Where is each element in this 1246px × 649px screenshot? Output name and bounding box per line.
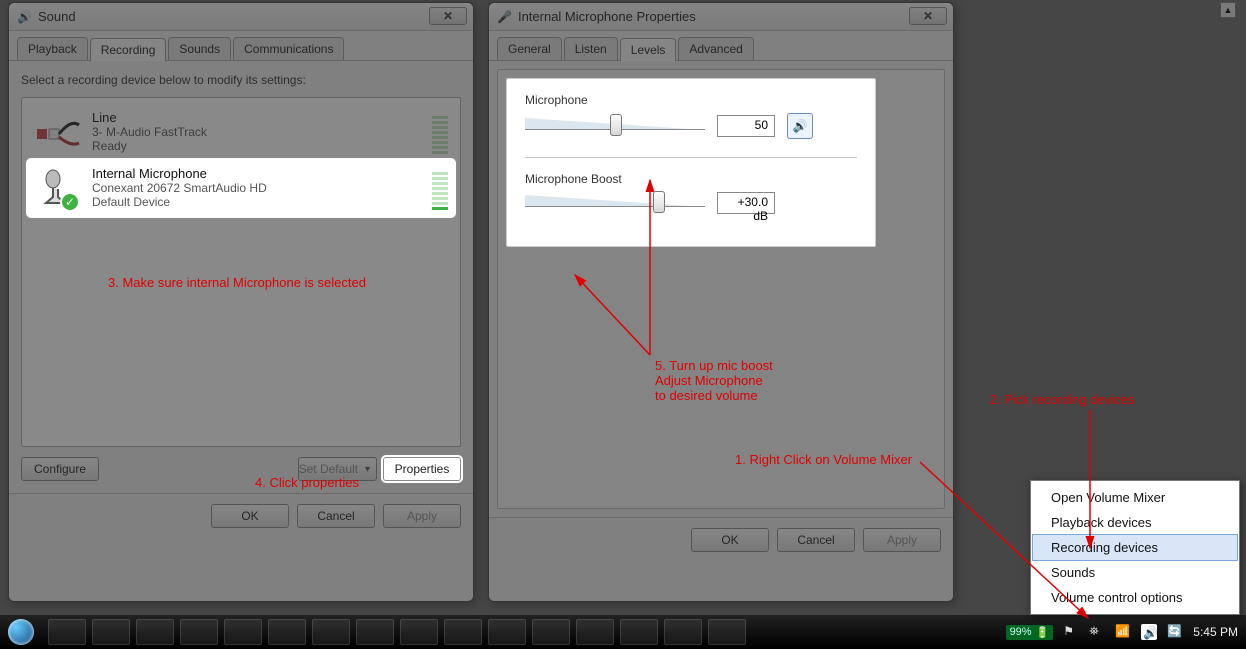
device-line-desc: 3- M-Audio FastTrack: [92, 125, 207, 139]
line-jack-icon: [34, 110, 82, 154]
mic-properties-window: 🎤 Internal Microphone Properties ✕ Gener…: [488, 2, 954, 602]
sound-icon: 🔊: [17, 10, 32, 24]
sound-apply-button[interactable]: Apply: [383, 504, 461, 528]
configure-button[interactable]: Configure: [21, 457, 99, 481]
battery-indicator[interactable]: 99%🔋: [1006, 625, 1054, 640]
mic-mute-button[interactable]: 🔊: [787, 113, 813, 139]
tab-advanced[interactable]: Advanced: [678, 37, 753, 60]
taskbar-pinned: [48, 619, 746, 645]
start-button[interactable]: [0, 615, 42, 649]
taskbar-app-10[interactable]: [444, 619, 482, 645]
mic-props-close-button[interactable]: ✕: [909, 7, 947, 25]
mic-level-label: Microphone: [525, 93, 857, 107]
annotation-1: 1. Right Click on Volume Mixer: [735, 452, 912, 467]
microphone-icon: ✓: [34, 166, 82, 210]
tab-listen[interactable]: Listen: [564, 37, 618, 60]
mic-level-thumb[interactable]: [610, 114, 622, 136]
tab-recording[interactable]: Recording: [90, 38, 167, 61]
device-mic-status: Default Device: [92, 195, 267, 209]
mic-props-icon: 🎤: [497, 10, 512, 24]
device-mic-desc: Conexant 20672 SmartAudio HD: [92, 181, 267, 195]
taskbar-app-11[interactable]: [488, 619, 526, 645]
device-line-status: Ready: [92, 139, 207, 153]
battery-pct: 99%: [1010, 626, 1032, 638]
tab-communications[interactable]: Communications: [233, 37, 344, 60]
speaker-icon: 🔊: [793, 119, 808, 133]
tab-sounds[interactable]: Sounds: [168, 37, 231, 60]
properties-button[interactable]: Properties: [383, 457, 461, 481]
windows-orb-icon: [8, 619, 34, 645]
ctx-playback-devices[interactable]: Playback devices: [1033, 510, 1237, 535]
taskbar-app-3[interactable]: [136, 619, 174, 645]
taskbar-app-13[interactable]: [576, 619, 614, 645]
annotation-3: 3. Make sure internal Microphone is sele…: [108, 275, 366, 290]
volume-context-menu: Open Volume Mixer Playback devices Recor…: [1030, 480, 1240, 615]
mic-level-slider[interactable]: [525, 116, 705, 136]
taskbar-app-14[interactable]: [620, 619, 658, 645]
taskbar-app-6[interactable]: [268, 619, 306, 645]
device-line[interactable]: Line 3- M-Audio FastTrack Ready: [28, 104, 454, 160]
taskbar-app-5[interactable]: [224, 619, 262, 645]
boost-value[interactable]: +30.0 dB: [717, 192, 775, 214]
system-tray: 99%🔋 ⚑ ⛯ 📶 🔊 🔄 5:45 PM: [998, 624, 1246, 640]
ctx-recording-devices[interactable]: Recording devices: [1033, 535, 1237, 560]
taskbar-app-12[interactable]: [532, 619, 570, 645]
device-mic-meter: [432, 166, 448, 210]
ctx-volume-options[interactable]: Volume control options: [1033, 585, 1237, 610]
levels-panel: Microphone 50 🔊 Microphone Boost +30.0 d…: [506, 78, 876, 247]
sound-footer: OK Cancel Apply: [9, 493, 473, 538]
mic-props-title: Internal Microphone Properties: [518, 9, 696, 24]
sound-window-title: Sound: [38, 9, 76, 24]
ctx-sounds[interactable]: Sounds: [1033, 560, 1237, 585]
mic-props-footer: OK Cancel Apply: [489, 517, 953, 562]
taskbar-app-4[interactable]: [180, 619, 218, 645]
props-ok-button[interactable]: OK: [691, 528, 769, 552]
device-line-name: Line: [92, 110, 207, 125]
device-line-meter: [432, 110, 448, 154]
default-check-icon: ✓: [60, 192, 80, 212]
annotation-2: 2. Pick recording devices: [990, 392, 1135, 407]
annotation-4: 4. Click properties: [255, 475, 359, 490]
boost-thumb[interactable]: [653, 191, 665, 213]
device-mic-name: Internal Microphone: [92, 166, 267, 181]
ctx-open-mixer[interactable]: Open Volume Mixer: [1033, 485, 1237, 510]
mic-props-tabs: General Listen Levels Advanced: [489, 31, 953, 61]
taskbar-app-15[interactable]: [664, 619, 702, 645]
recording-device-list: Line 3- M-Audio FastTrack Ready ✓ Intern…: [21, 97, 461, 447]
taskbar-app-8[interactable]: [356, 619, 394, 645]
taskbar-app-16[interactable]: [708, 619, 746, 645]
tray-icon-2[interactable]: ⛯: [1089, 624, 1105, 640]
taskbar-clock[interactable]: 5:45 PM: [1193, 625, 1238, 639]
tab-general[interactable]: General: [497, 37, 562, 60]
sound-tabs: Playback Recording Sounds Communications: [9, 31, 473, 61]
sound-window: 🔊 Sound ✕ Playback Recording Sounds Comm…: [8, 2, 474, 602]
taskbar-app-7[interactable]: [312, 619, 350, 645]
taskbar-app-2[interactable]: [92, 619, 130, 645]
props-apply-button[interactable]: Apply: [863, 528, 941, 552]
sound-close-button[interactable]: ✕: [429, 7, 467, 25]
annotation-5: 5. Turn up mic boost Adjust Microphone t…: [655, 358, 773, 403]
device-internal-mic[interactable]: ✓ Internal Microphone Conexant 20672 Sma…: [28, 160, 454, 216]
tray-icon-1[interactable]: ⚑: [1063, 624, 1079, 640]
sound-ok-button[interactable]: OK: [211, 504, 289, 528]
props-cancel-button[interactable]: Cancel: [777, 528, 855, 552]
mic-level-value[interactable]: 50: [717, 115, 775, 137]
taskbar-app-9[interactable]: [400, 619, 438, 645]
tray-wifi-icon[interactable]: 📶: [1115, 624, 1131, 640]
taskbar-app-1[interactable]: [48, 619, 86, 645]
taskbar: 99%🔋 ⚑ ⛯ 📶 🔊 🔄 5:45 PM: [0, 615, 1246, 649]
tab-playback[interactable]: Playback: [17, 37, 88, 60]
boost-slider[interactable]: [525, 193, 705, 213]
sound-cancel-button[interactable]: Cancel: [297, 504, 375, 528]
tray-volume-icon[interactable]: 🔊: [1141, 624, 1157, 640]
boost-label: Microphone Boost: [525, 172, 857, 186]
page-scroll-up[interactable]: ▲: [1220, 2, 1236, 18]
recording-prompt: Select a recording device below to modif…: [21, 73, 461, 87]
tray-sync-icon[interactable]: 🔄: [1167, 624, 1183, 640]
tab-levels[interactable]: Levels: [620, 38, 677, 61]
